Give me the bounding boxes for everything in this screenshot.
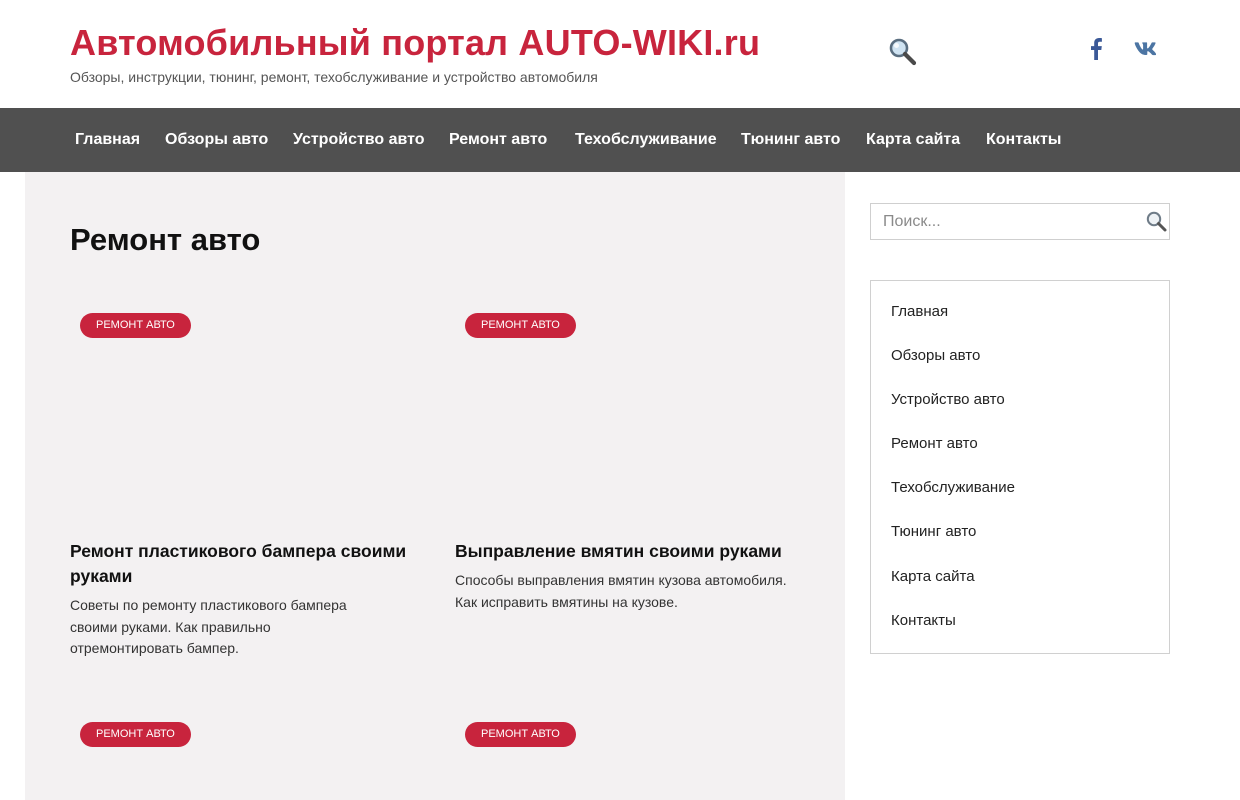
- sidebar-item-device[interactable]: Устройство авто: [891, 391, 1005, 408]
- category-badge[interactable]: РЕМОНТ АВТО: [80, 722, 191, 747]
- nav-item-sitemap[interactable]: Карта сайта: [866, 108, 960, 172]
- nav-item-home[interactable]: Главная: [75, 108, 140, 172]
- main-navigation: Главная Обзоры авто Устройство авто Ремо…: [0, 108, 1240, 172]
- nav-item-tuning[interactable]: Тюнинг авто: [741, 108, 840, 172]
- vk-icon[interactable]: [1130, 34, 1160, 64]
- category-badge[interactable]: РЕМОНТ АВТО: [465, 313, 576, 338]
- sidebar-item-sitemap[interactable]: Карта сайта: [891, 568, 975, 585]
- post-excerpt: Советы по ремонту пластикового бампера с…: [70, 597, 347, 656]
- site-title[interactable]: Автомобильный портал AUTO-WIKI.ru: [70, 22, 760, 64]
- post-excerpt: Способы выправления вмятин кузова автомо…: [455, 572, 787, 610]
- search-icon[interactable]: [886, 36, 918, 68]
- sidebar-item-repair[interactable]: Ремонт авто: [891, 435, 978, 452]
- site-description: Обзоры, инструкции, тюнинг, ремонт, техо…: [70, 69, 598, 85]
- sidebar-item-tuning[interactable]: Тюнинг авто: [891, 523, 976, 540]
- facebook-icon[interactable]: [1081, 34, 1111, 64]
- search-icon[interactable]: [1144, 210, 1168, 234]
- category-badge[interactable]: РЕМОНТ АВТО: [80, 313, 191, 338]
- site-header: Автомобильный портал AUTO-WIKI.ru Обзоры…: [0, 0, 1240, 108]
- sidebar-item-reviews[interactable]: Обзоры авто: [891, 347, 980, 364]
- post-title[interactable]: Ремонт пластикового бампера своими рукам…: [70, 539, 415, 589]
- nav-item-contacts[interactable]: Контакты: [986, 108, 1061, 172]
- sidebar-search-form: [870, 203, 1170, 240]
- sidebar-item-maintenance[interactable]: Техобслуживание: [891, 479, 1015, 496]
- nav-item-device[interactable]: Устройство авто: [293, 108, 425, 172]
- nav-item-repair[interactable]: Ремонт авто: [449, 108, 547, 172]
- page-title: Ремонт авто: [70, 222, 261, 257]
- sidebar-menu: Главная Обзоры авто Устройство авто Ремо…: [870, 280, 1170, 654]
- nav-item-reviews[interactable]: Обзоры авто: [165, 108, 268, 172]
- post-title[interactable]: Выправление вмятин своими руками: [455, 539, 815, 564]
- category-badge[interactable]: РЕМОНТ АВТО: [465, 722, 576, 747]
- content-area: Ремонт авто РЕМОНТ АВТО Ремонт пластиков…: [25, 172, 845, 800]
- sidebar-item-home[interactable]: Главная: [891, 303, 948, 320]
- nav-item-maintenance[interactable]: Техобслуживание: [575, 108, 717, 172]
- sidebar-item-contacts[interactable]: Контакты: [891, 612, 956, 629]
- search-input[interactable]: [871, 204, 1136, 239]
